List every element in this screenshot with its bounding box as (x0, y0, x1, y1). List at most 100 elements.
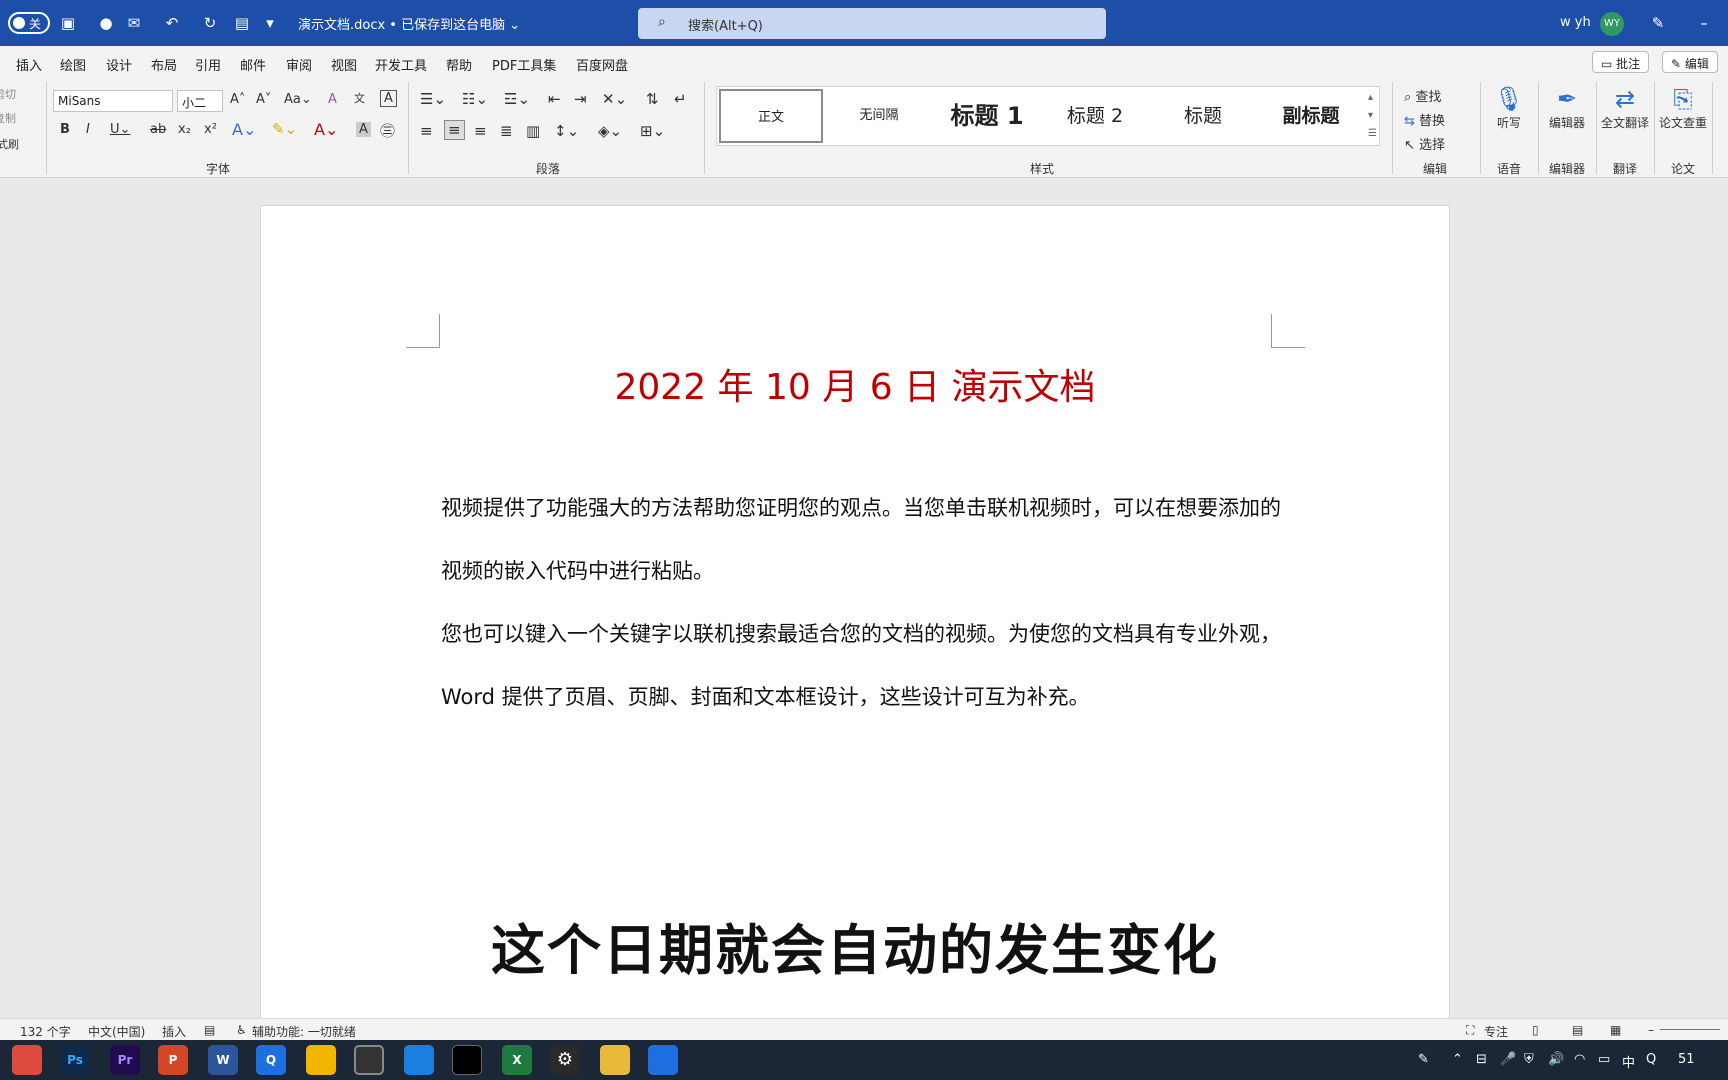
sort-icon[interactable]: ⇅ (646, 90, 659, 108)
edit-mode-button[interactable]: ✎ 编辑 (1662, 51, 1718, 73)
excel-icon[interactable]: X (502, 1045, 532, 1075)
browser-q2-icon[interactable] (648, 1045, 678, 1075)
minimize-button[interactable]: – (1694, 13, 1714, 33)
customize-icon[interactable]: ▾ (260, 13, 280, 33)
save-icon[interactable]: ▣ (58, 13, 78, 33)
font-name-select[interactable]: MiSans (53, 90, 173, 112)
q-tray-icon[interactable]: Q (1646, 1052, 1656, 1067)
tab-pdf-tools[interactable]: PDF工具集 (492, 55, 556, 74)
tray-chevron-icon[interactable]: ⌃ (1452, 1052, 1463, 1067)
chinese-layout-icon[interactable]: ✕⌄ (602, 90, 627, 108)
search-box[interactable]: ⌕ 搜索(Alt+Q) (638, 8, 1106, 39)
comments-button[interactable]: ▭ 批注 (1592, 51, 1650, 73)
align-right-icon[interactable]: ≡ (474, 122, 487, 140)
shading-icon[interactable]: ◈⌄ (598, 122, 622, 140)
tab-developer[interactable]: 开发工具 (375, 55, 427, 74)
redo-icon[interactable]: ↻ (200, 13, 220, 33)
enclose-char-icon[interactable]: ㊂ (380, 120, 395, 141)
mail-icon[interactable]: ✉ (124, 13, 144, 33)
undo-icon[interactable]: ↶ (162, 13, 182, 33)
battery-icon[interactable]: ▭ (1598, 1052, 1610, 1067)
document-title[interactable]: 2022 年 10 月 6 日 演示文档 (261, 358, 1449, 410)
network-icon[interactable]: ⊟ (1476, 1052, 1487, 1067)
meeting-icon[interactable] (404, 1045, 434, 1075)
format-painter-button[interactable]: 格式刷 (0, 136, 19, 152)
subscript-icon[interactable]: x₂ (178, 122, 191, 137)
style-heading-2[interactable]: 标题 2 (1043, 89, 1147, 143)
tab-baidu-netdisk[interactable]: 百度网盘 (576, 55, 628, 74)
numbering-icon[interactable]: ☷⌄ (462, 90, 488, 108)
focus-mode[interactable]: 专注 (1484, 1023, 1508, 1040)
strikethrough-icon[interactable]: ab (150, 122, 166, 137)
zoom-out-icon[interactable]: – (1648, 1023, 1654, 1037)
char-shading-icon[interactable]: A (356, 122, 371, 137)
folder-icon[interactable] (600, 1045, 630, 1075)
select-button[interactable]: ↖ 选择 (1404, 134, 1445, 153)
word-count[interactable]: 132 个字 (20, 1023, 71, 1040)
increase-indent-icon[interactable]: ⇥ (574, 90, 587, 108)
premiere-icon[interactable]: Pr (110, 1045, 140, 1075)
clock-icon[interactable] (354, 1045, 384, 1075)
style-title[interactable]: 标题 (1151, 89, 1255, 143)
autosave-toggle[interactable]: 关 (8, 12, 50, 34)
paper-check-button[interactable]: ⎘ 论文查重 (1656, 82, 1710, 130)
replace-button[interactable]: ⇆ 替换 (1404, 110, 1445, 129)
change-case-icon[interactable]: Aa⌄ (284, 92, 312, 107)
tab-design[interactable]: 设计 (106, 55, 132, 74)
chrome-icon[interactable] (12, 1045, 42, 1075)
body-paragraph[interactable]: 视频提供了功能强大的方法帮助您证明您的观点。当您单击联机视频时，可以在想要添加的… (441, 477, 1281, 603)
style-no-spacing[interactable]: 无间隔 (827, 89, 931, 143)
zoom-slider[interactable] (1660, 1029, 1720, 1030)
translate-button[interactable]: ⇄ 全文翻译 (1598, 82, 1652, 130)
format-icon[interactable]: ▤ (232, 13, 252, 33)
print-layout-icon[interactable]: ▤ (1572, 1023, 1583, 1037)
capcut-icon[interactable] (452, 1045, 482, 1075)
shield-icon[interactable]: ⛨ (1524, 1052, 1534, 1067)
tab-references[interactable]: 引用 (195, 55, 221, 74)
italic-icon[interactable]: I (86, 122, 90, 137)
style-heading-1[interactable]: 标题 1 (935, 89, 1039, 143)
pen-tray-icon[interactable]: ✎ (1418, 1052, 1429, 1067)
phonetic-guide-icon[interactable]: 文 (354, 90, 365, 106)
record-icon[interactable]: ● (96, 13, 116, 33)
clear-format-icon[interactable]: A (328, 92, 337, 107)
wifi-icon[interactable]: ◠ (1574, 1052, 1585, 1067)
insert-mode[interactable]: 插入 (162, 1023, 186, 1040)
read-mode-icon[interactable]: ▯ (1532, 1023, 1539, 1037)
macro-icon[interactable]: ▤ (204, 1023, 215, 1037)
styles-scroll-icon[interactable]: ▴ ▾ ☰ (1368, 89, 1377, 143)
text-effects-icon[interactable]: A⌄ (232, 120, 256, 139)
find-button[interactable]: ⌕ 查找 (1404, 86, 1441, 105)
cut-button[interactable]: 剪切 (0, 86, 16, 102)
tab-help[interactable]: 帮助 (446, 55, 472, 74)
user-name[interactable]: w yh (1560, 15, 1591, 30)
tab-draw[interactable]: 绘图 (60, 55, 86, 74)
notification-badge[interactable]: 51 (1678, 1052, 1695, 1067)
superscript-icon[interactable]: x² (204, 122, 217, 137)
align-center-icon[interactable]: ≡ (444, 120, 465, 140)
accessibility-status[interactable]: 辅助功能: 一切就绪 (252, 1023, 356, 1040)
document-page[interactable]: 2022 年 10 月 6 日 演示文档 视频提供了功能强大的方法帮助您证明您的… (260, 205, 1450, 1020)
body-paragraph[interactable]: 您也可以键入一个关键字以联机搜索最适合您的文档的视频。为使您的文档具有专业外观，… (441, 603, 1281, 729)
web-layout-icon[interactable]: ▦ (1610, 1023, 1621, 1037)
bold-icon[interactable]: B (60, 122, 70, 137)
show-marks-icon[interactable]: ↵ (674, 90, 687, 108)
highlight-icon[interactable]: ✎⌄ (272, 120, 297, 138)
distributed-icon[interactable]: ▥ (526, 122, 540, 140)
style-subtitle[interactable]: 副标题 (1259, 89, 1363, 143)
pen-icon[interactable]: ✎ (1648, 13, 1668, 33)
photoshop-icon[interactable]: Ps (60, 1045, 90, 1075)
volume-icon[interactable]: 🔊 (1548, 1052, 1564, 1067)
dictate-button[interactable]: 🎙 听写 (1482, 82, 1536, 130)
ime-indicator[interactable]: 中 (1622, 1052, 1635, 1071)
tab-insert[interactable]: 插入 (16, 55, 42, 74)
align-left-icon[interactable]: ≡ (420, 122, 433, 140)
files-icon[interactable] (306, 1045, 336, 1075)
borders-icon[interactable]: ⊞⌄ (640, 122, 665, 140)
document-name[interactable]: 演示文档.docx • 已保存到这台电脑 ⌄ (298, 14, 520, 33)
tab-mailings[interactable]: 邮件 (240, 55, 266, 74)
font-size-select[interactable]: 小二 (177, 90, 223, 112)
tab-layout[interactable]: 布局 (151, 55, 177, 74)
style-normal[interactable]: 正文 (719, 89, 823, 143)
justify-icon[interactable]: ≣ (500, 122, 513, 140)
